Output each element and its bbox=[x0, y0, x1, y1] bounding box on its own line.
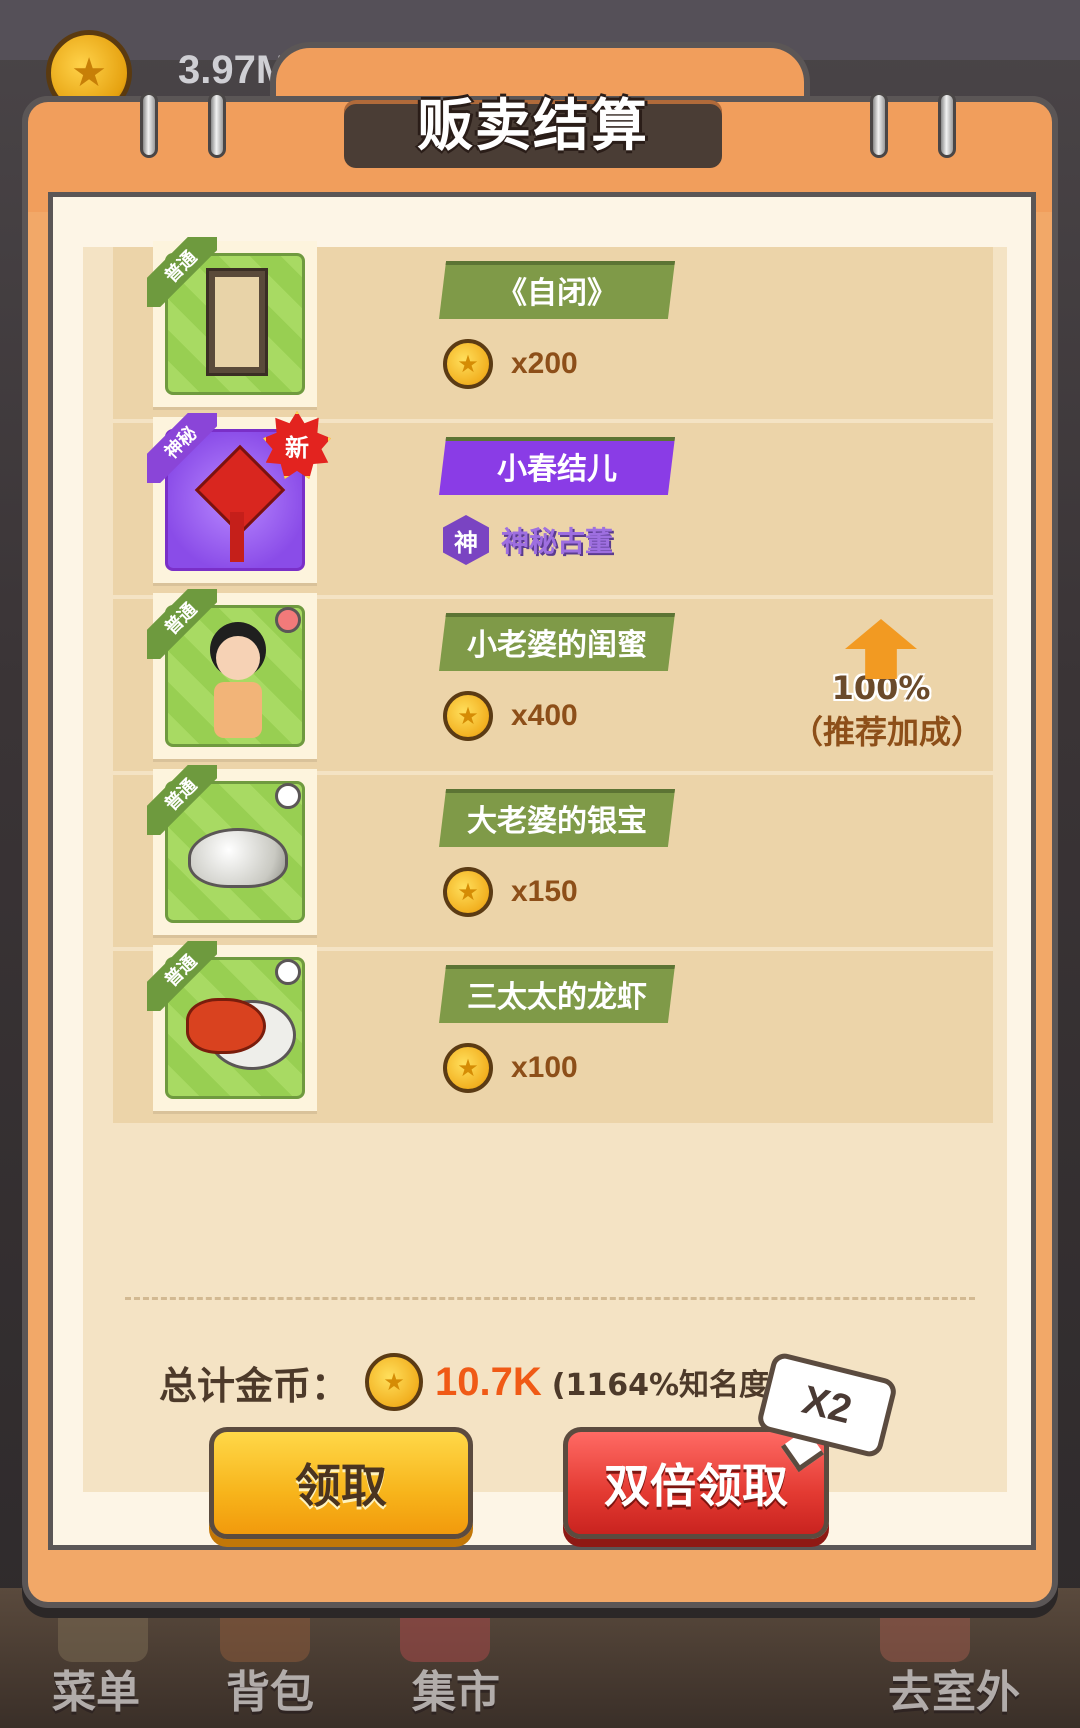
ingot-shape bbox=[188, 828, 288, 888]
rarity-tag: 神秘 bbox=[147, 413, 217, 483]
dialog-title-plate: 贩卖结算 bbox=[344, 94, 722, 168]
item-price: ★ x400 bbox=[443, 691, 578, 741]
status-dot bbox=[275, 959, 301, 985]
binder-ring bbox=[140, 92, 158, 158]
item-name: 小春结儿 bbox=[439, 437, 675, 495]
character-face bbox=[216, 636, 260, 680]
item-price: ★ x100 bbox=[443, 1043, 578, 1093]
item-thumbnail: 普通 bbox=[147, 941, 317, 1111]
nav-market[interactable]: 集市 bbox=[412, 1656, 500, 1720]
item-row: 神秘 新 小春结儿 神 神秘古董 bbox=[113, 411, 993, 595]
total-label: 总计金币： bbox=[159, 1363, 350, 1408]
item-row: 普通 大老婆的银宝 ★ x150 bbox=[113, 765, 993, 947]
knot-tassel bbox=[230, 512, 244, 562]
item-row: 普通 《自闭》 ★ x200 bbox=[113, 237, 993, 419]
item-list: 普通 《自闭》 ★ x200 神秘 新 小春结儿 神 神秘古董 普通 小老婆的闺… bbox=[83, 237, 1007, 1539]
nav-bag[interactable]: 背包 bbox=[226, 1656, 314, 1720]
coin-icon: ★ bbox=[443, 691, 493, 741]
coin-icon: ★ bbox=[365, 1353, 424, 1411]
item-category: 神 神秘古董 bbox=[443, 515, 613, 565]
item-thumbnail: 普通 bbox=[147, 589, 317, 759]
coin-icon: ★ bbox=[443, 1043, 493, 1093]
binder-ring bbox=[938, 92, 956, 158]
binder-ring bbox=[870, 92, 888, 158]
coin-icon: ★ bbox=[443, 867, 493, 917]
recommend-bonus: 100% （推荐加成） bbox=[791, 619, 983, 753]
rarity-tag: 普通 bbox=[147, 589, 217, 659]
claim-button[interactable]: 领取 bbox=[209, 1427, 473, 1539]
rarity-tag: 普通 bbox=[147, 765, 217, 835]
item-thumbnail: 普通 bbox=[147, 765, 317, 935]
item-price: ★ x200 bbox=[443, 339, 578, 389]
item-row: 普通 三太太的龙虾 ★ x100 bbox=[113, 941, 993, 1123]
character-body bbox=[214, 682, 262, 738]
rarity-tag: 普通 bbox=[147, 237, 217, 307]
mystic-hex-icon: 神 bbox=[443, 515, 489, 565]
status-dot bbox=[275, 783, 301, 809]
total-value: 10.7K bbox=[435, 1359, 542, 1404]
item-name: 《自闭》 bbox=[439, 261, 675, 319]
coin-icon: ★ bbox=[443, 339, 493, 389]
item-thumbnail: 神秘 新 bbox=[147, 411, 331, 583]
nav-menu[interactable]: 菜单 bbox=[52, 1656, 140, 1720]
painting-canvas bbox=[215, 277, 259, 367]
item-price: ★ x150 bbox=[443, 867, 578, 917]
item-name: 大老婆的银宝 bbox=[439, 789, 675, 847]
item-name: 三太太的龙虾 bbox=[439, 965, 675, 1023]
status-dot bbox=[275, 607, 301, 633]
dialog-title: 贩卖结算 bbox=[417, 93, 649, 159]
binder-ring bbox=[208, 92, 226, 158]
item-row: 普通 小老婆的闺蜜 ★ x400 100% （推荐加成） bbox=[113, 589, 993, 771]
dialog-paper: 普通 《自闭》 ★ x200 神秘 新 小春结儿 神 神秘古董 普通 小老婆的闺… bbox=[48, 192, 1036, 1550]
divider bbox=[125, 1297, 975, 1300]
rarity-tag: 普通 bbox=[147, 941, 217, 1011]
nav-outside[interactable]: 去室外 bbox=[888, 1656, 1020, 1720]
item-thumbnail: 普通 bbox=[147, 237, 317, 407]
item-name: 小老婆的闺蜜 bbox=[439, 613, 675, 671]
